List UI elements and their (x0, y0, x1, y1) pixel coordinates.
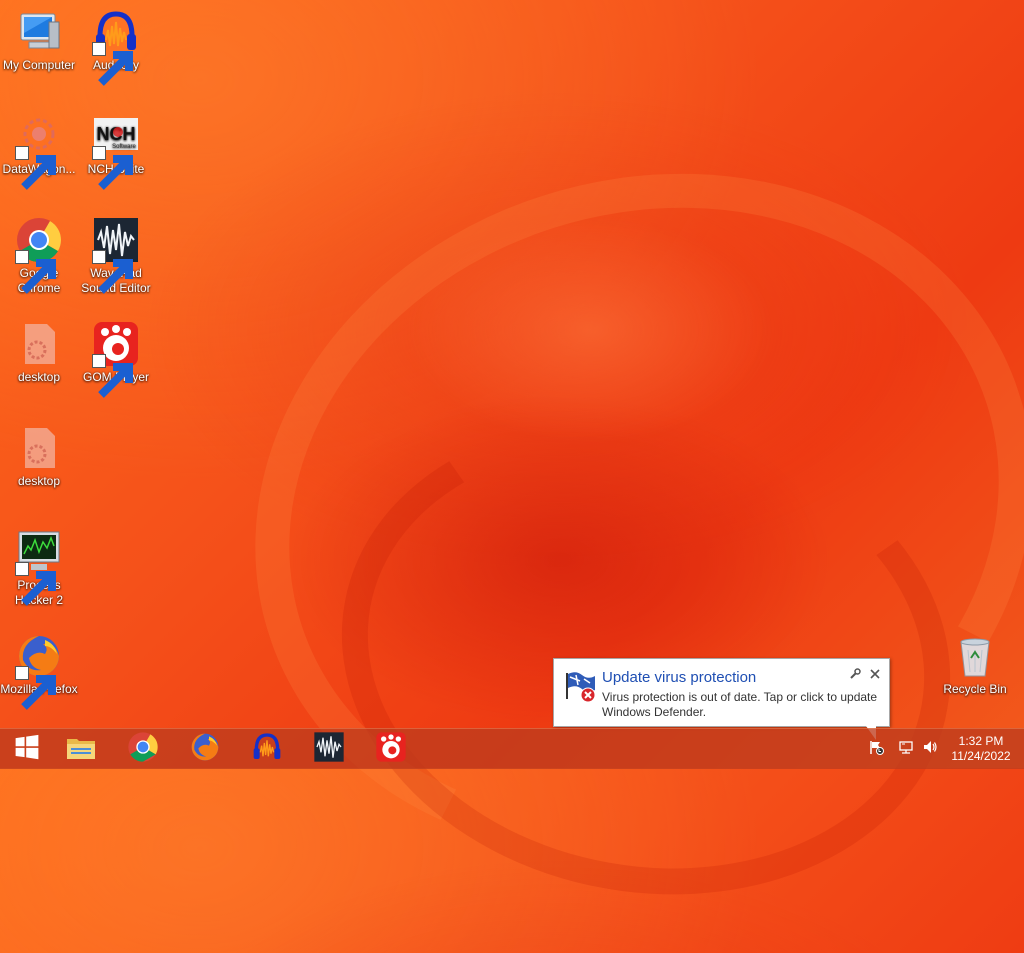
desktop-icon-desktop-1[interactable]: desktop (0, 320, 78, 385)
nch-icon: NCHSoftware (92, 112, 140, 190)
desktop-icon-process-hacker[interactable]: Process Hacker 2 (0, 528, 78, 608)
icon-label: My Computer (2, 58, 76, 72)
taskbar: 1:32 PM 11/24/2022 (0, 728, 1024, 769)
wavepad-icon (313, 731, 345, 768)
clock-time: 1:32 PM (958, 734, 1004, 748)
chrome-icon (15, 216, 63, 294)
desktop-icon-datawagon[interactable]: DataWagon... (0, 112, 78, 190)
desktop-icon-desktop-2[interactable]: desktop (0, 424, 78, 489)
shortcut-arrow-icon (15, 250, 56, 294)
gom-icon (375, 731, 407, 768)
computer-icon (15, 8, 63, 56)
desktop-icon-gom-player[interactable]: GOM Player (77, 320, 155, 398)
desktop-icon-google-chrome[interactable]: Google Chrome (0, 216, 78, 296)
shortcut-arrow-icon (15, 562, 56, 606)
defender-flag-error-icon (564, 669, 598, 703)
wavepad-icon (92, 216, 140, 294)
datawagon-icon (15, 112, 63, 190)
desktop-icon-wavepad[interactable]: WavePad Sound Editor (77, 216, 155, 296)
audacity-icon (92, 8, 140, 86)
action-center-flag-icon (868, 739, 884, 760)
taskbar-firefox[interactable] (178, 729, 232, 769)
icon-label: desktop (17, 474, 61, 488)
start-button[interactable] (0, 729, 54, 769)
process-hacker-icon (15, 528, 63, 606)
chrome-icon (127, 731, 159, 768)
shortcut-arrow-icon (15, 666, 56, 710)
notification-balloon[interactable]: Update virus protection Virus protection… (553, 658, 890, 727)
shortcut-arrow-icon (92, 42, 133, 86)
network-icon (898, 739, 914, 760)
desktop-icon-my-computer[interactable]: My Computer (0, 8, 78, 73)
taskbar-audacity[interactable] (240, 729, 294, 769)
taskbar-gom-player[interactable] (364, 729, 418, 769)
notification-message: Virus protection is out of date. Tap or … (602, 690, 878, 719)
taskbar-wavepad[interactable] (302, 729, 356, 769)
icon-label: Recycle Bin (943, 682, 1007, 696)
config-file-icon (15, 320, 63, 368)
tray-action-center[interactable] (864, 729, 888, 769)
shortcut-arrow-icon (92, 250, 133, 294)
tray-clock[interactable]: 1:32 PM 11/24/2022 (944, 734, 1018, 764)
wallpaper-swoosh (166, 74, 1024, 953)
clock-date: 11/24/2022 (951, 749, 1011, 763)
notification-title: Update virus protection (602, 669, 757, 686)
recycle-bin-icon (951, 632, 999, 680)
desktop-icon-mozilla-firefox[interactable]: Mozilla Firefox (0, 632, 78, 710)
volume-icon (922, 739, 938, 760)
audacity-icon (251, 731, 283, 768)
desktop-icon-recycle-bin[interactable]: Recycle Bin (936, 632, 1014, 697)
folder-icon (65, 731, 97, 768)
icon-label: desktop (17, 370, 61, 384)
tray-volume[interactable] (918, 729, 942, 769)
taskbar-chrome[interactable] (116, 729, 170, 769)
wallpaper-swoosh (303, 370, 989, 942)
settings-wrench-icon[interactable] (849, 667, 861, 679)
firefox-icon (15, 632, 63, 710)
shortcut-arrow-icon (92, 354, 133, 398)
config-file-icon (15, 424, 63, 472)
taskbar-file-explorer[interactable] (54, 729, 108, 769)
desktop-icon-nch-suite[interactable]: NCHSoftware NCH Suite (77, 112, 155, 190)
shortcut-arrow-icon (15, 146, 56, 190)
desktop-icon-audacity[interactable]: Audacity (77, 8, 155, 86)
tray-network[interactable] (894, 729, 918, 769)
firefox-icon (189, 731, 221, 768)
close-icon[interactable] (869, 667, 881, 679)
gom-icon (92, 320, 140, 398)
windows-logo-icon (14, 734, 40, 765)
shortcut-arrow-icon (92, 146, 133, 190)
